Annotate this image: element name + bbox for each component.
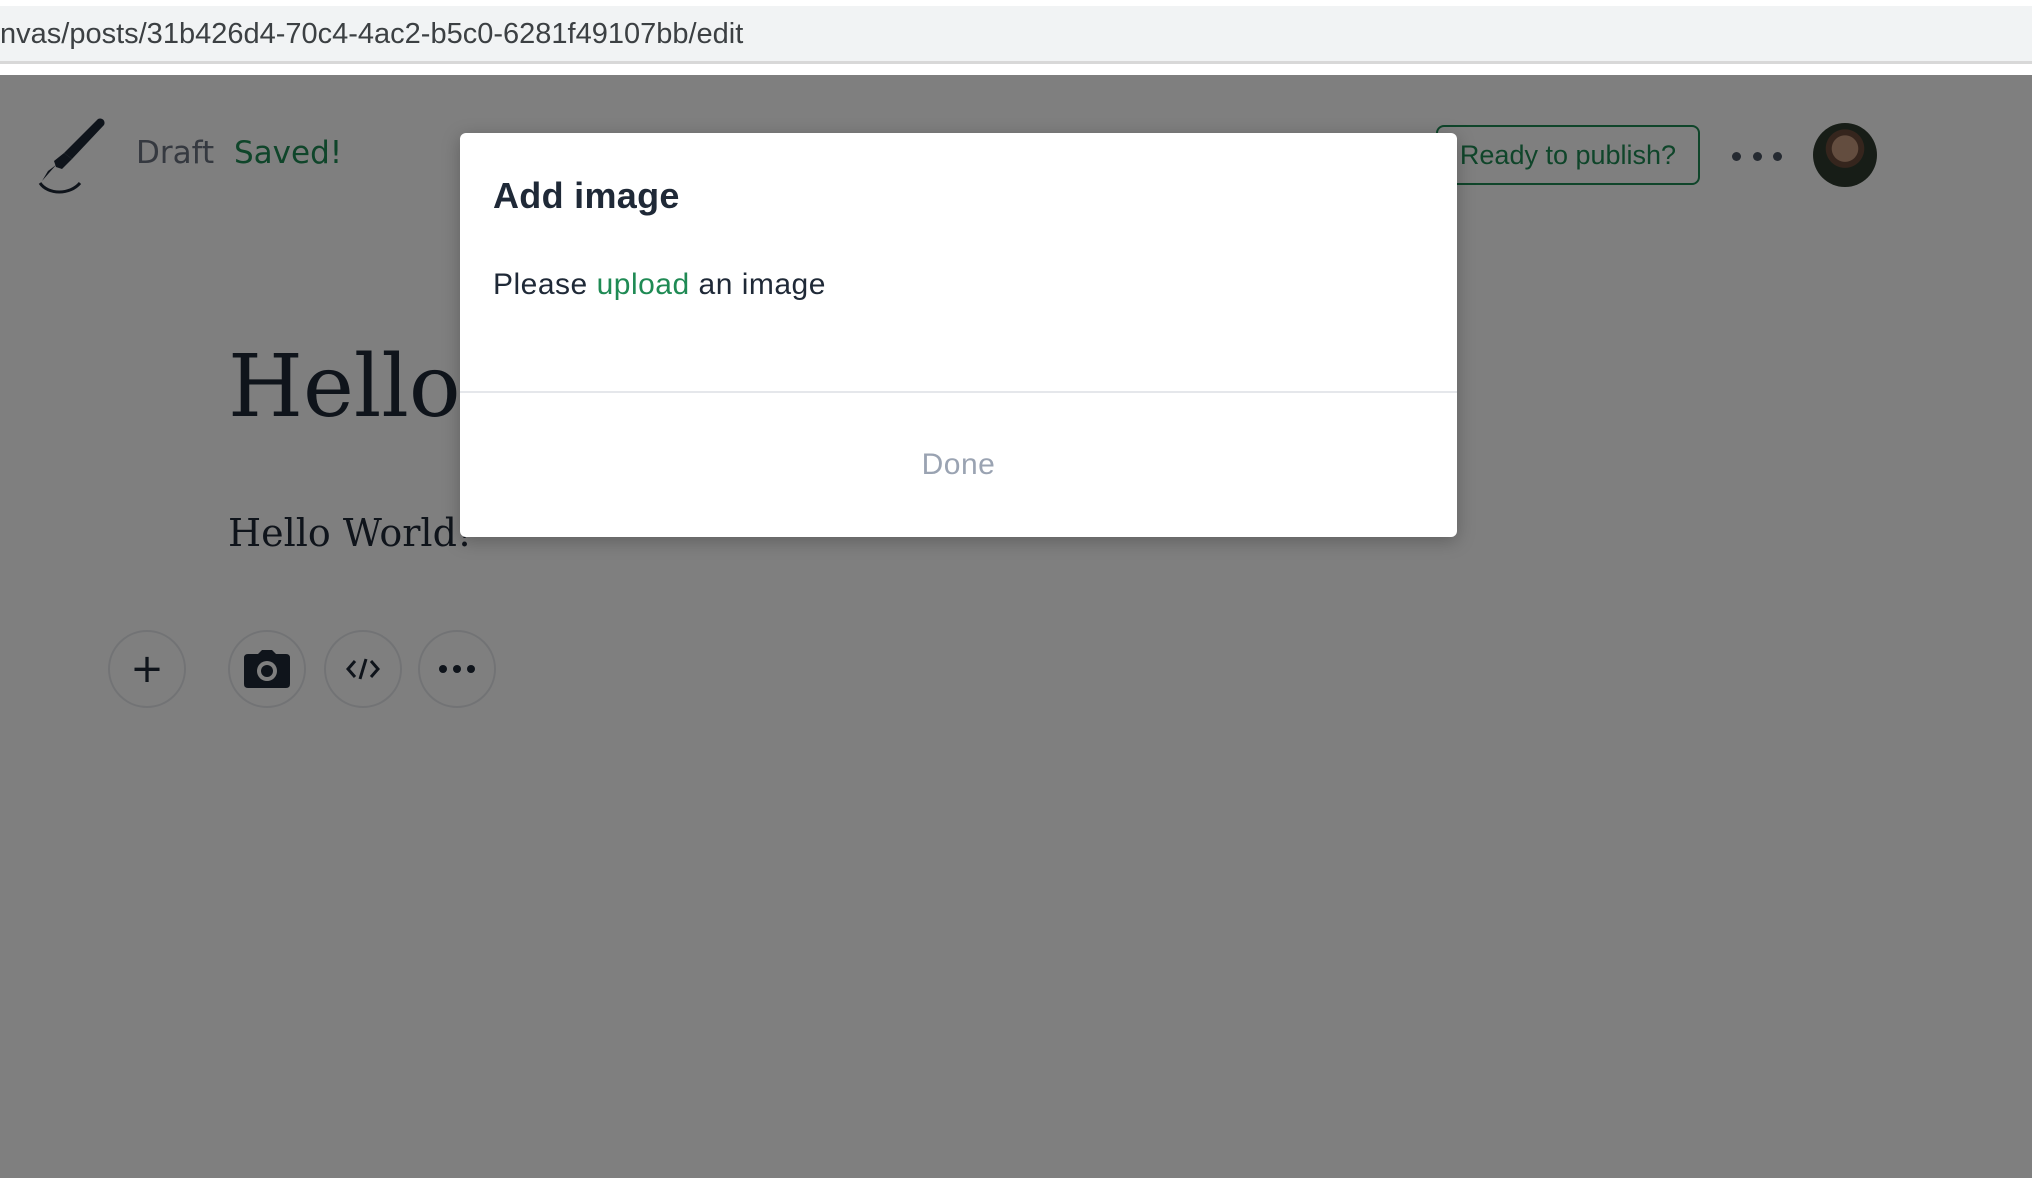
address-bar[interactable]: nvas/posts/31b426d4-70c4-4ac2-b5c0-6281f… — [0, 6, 2032, 64]
message-prefix: Please — [493, 268, 597, 301]
dialog-message: Please upload an image — [493, 268, 826, 302]
done-button[interactable]: Done — [460, 393, 1457, 537]
upload-link[interactable]: upload — [597, 268, 690, 301]
dialog-title: Add image — [493, 175, 680, 216]
add-image-dialog: Add image Please upload an image Done — [460, 133, 1457, 537]
url-text[interactable]: nvas/posts/31b426d4-70c4-4ac2-b5c0-6281f… — [0, 18, 743, 51]
message-suffix: an image — [689, 268, 826, 301]
